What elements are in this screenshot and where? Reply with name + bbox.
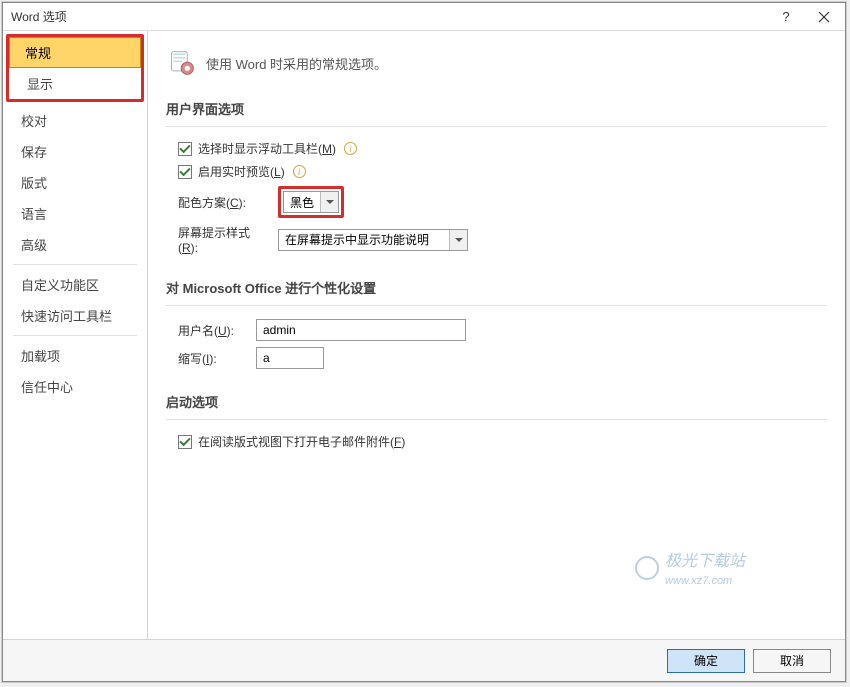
sidebar-item-language[interactable]: 语言: [3, 198, 147, 229]
cancel-button[interactable]: 取消: [753, 649, 831, 673]
titlebar: Word 选项 ?: [3, 3, 845, 31]
info-icon[interactable]: [293, 165, 306, 178]
sidebar-item-general[interactable]: 常规: [9, 37, 141, 68]
sidebar-item-advanced[interactable]: 高级: [3, 229, 147, 260]
section-title-personalize: 对 Microsoft Office 进行个性化设置: [166, 270, 827, 303]
sidebar-item-label: 信任中心: [21, 380, 73, 395]
sidebar-separator: [13, 335, 137, 336]
sidebar-item-proofing[interactable]: 校对: [3, 105, 147, 136]
highlight-box-sidebar: 常规 显示: [6, 34, 144, 102]
highlight-box-color-scheme: 黑色: [278, 186, 344, 218]
close-icon: [818, 11, 830, 23]
open-attachments-label: 在阅读版式视图下打开电子邮件附件(F): [198, 433, 405, 450]
username-input[interactable]: [256, 319, 466, 341]
screentip-dropdown[interactable]: 在屏幕提示中显示功能说明: [278, 229, 468, 251]
sidebar-item-label: 显示: [27, 77, 53, 92]
section-title-startup: 启动选项: [166, 384, 827, 417]
sidebar-item-addins[interactable]: 加载项: [3, 340, 147, 371]
color-scheme-label: 配色方案(C):: [178, 194, 268, 211]
sidebar-item-label: 校对: [21, 114, 47, 129]
sidebar-item-customize-ribbon[interactable]: 自定义功能区: [3, 269, 147, 300]
close-button[interactable]: [805, 4, 843, 30]
content-header-text: 使用 Word 时采用的常规选项。: [206, 54, 387, 73]
username-label: 用户名(U):: [178, 322, 246, 339]
screentip-label: 屏幕提示样式(R):: [178, 224, 268, 255]
chevron-down-icon: [449, 230, 467, 250]
sidebar-item-layout[interactable]: 版式: [3, 167, 147, 198]
sidebar-item-save[interactable]: 保存: [3, 136, 147, 167]
sidebar-item-label: 加载项: [21, 349, 60, 364]
initials-input[interactable]: [256, 347, 324, 369]
mini-toolbar-checkbox[interactable]: [178, 142, 192, 156]
help-button[interactable]: ?: [767, 4, 805, 30]
sidebar-item-label: 快速访问工具栏: [21, 309, 112, 324]
sidebar-item-trust-center[interactable]: 信任中心: [3, 371, 147, 402]
window-title: Word 选项: [11, 8, 767, 25]
divider: [166, 126, 827, 127]
dropdown-value: 在屏幕提示中显示功能说明: [285, 231, 449, 248]
sidebar-item-label: 高级: [21, 238, 47, 253]
ok-button[interactable]: 确定: [667, 649, 745, 673]
sidebar-item-label: 保存: [21, 145, 47, 160]
color-scheme-dropdown[interactable]: 黑色: [283, 191, 339, 213]
live-preview-label: 启用实时预览(L): [198, 163, 285, 180]
mini-toolbar-label: 选择时显示浮动工具栏(M): [198, 140, 336, 157]
live-preview-checkbox[interactable]: [178, 165, 192, 179]
initials-label: 缩写(I):: [178, 350, 246, 367]
sidebar: 常规 显示 校对 保存 版式 语言 高级 自定义功能区 快速访问工具栏 加载项 …: [3, 31, 148, 639]
chevron-down-icon: [320, 192, 338, 212]
divider: [166, 419, 827, 420]
sidebar-separator: [13, 264, 137, 265]
sidebar-item-label: 版式: [21, 176, 47, 191]
watermark-text: 极光下载站: [665, 553, 745, 570]
watermark-url: www.xz7.com: [665, 575, 732, 587]
section-title-ui: 用户界面选项: [166, 91, 827, 124]
watermark-logo-icon: [635, 556, 659, 580]
sidebar-item-quick-access[interactable]: 快速访问工具栏: [3, 300, 147, 331]
watermark: 极光下载站 www.xz7.com: [635, 547, 745, 589]
open-attachments-checkbox[interactable]: [178, 435, 192, 449]
sidebar-item-label: 语言: [21, 207, 47, 222]
info-icon[interactable]: [344, 142, 357, 155]
sidebar-item-display[interactable]: 显示: [9, 68, 141, 99]
content-panel: 使用 Word 时采用的常规选项。 用户界面选项 选择时显示浮动工具栏(M) 启…: [148, 31, 845, 639]
dialog-footer: 确定 取消: [3, 639, 845, 681]
dropdown-value: 黑色: [290, 194, 320, 211]
options-icon: [168, 49, 196, 77]
divider: [166, 305, 827, 306]
sidebar-item-label: 常规: [25, 46, 51, 61]
content-header: 使用 Word 时采用的常规选项。: [166, 45, 827, 91]
sidebar-item-label: 自定义功能区: [21, 278, 99, 293]
